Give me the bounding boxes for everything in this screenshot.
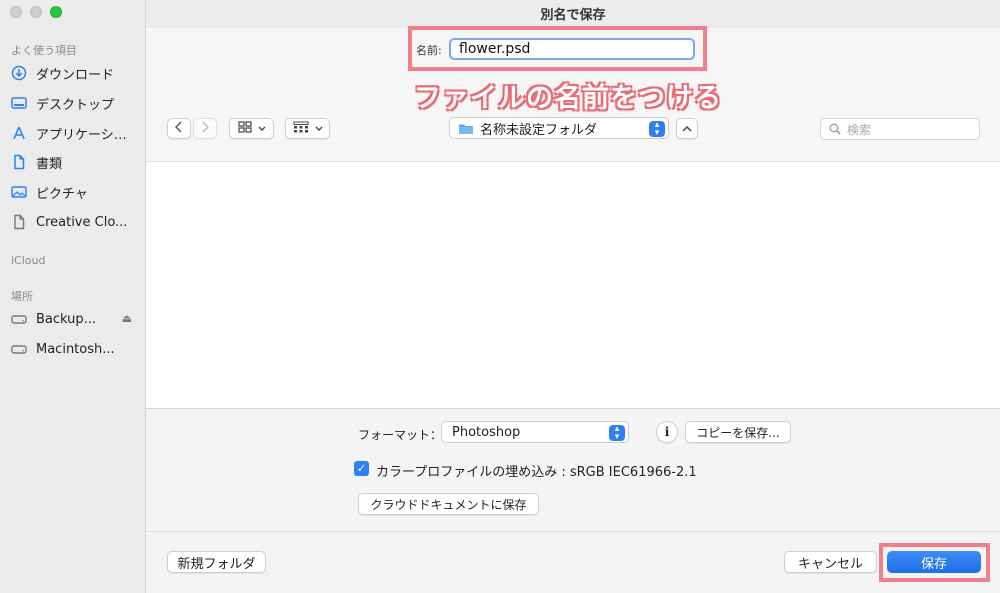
- embed-profile-label: カラープロファイルの埋め込み : sRGB IEC61966-2.1: [376, 465, 697, 480]
- format-popup[interactable]: Photoshop ▴ ▾: [441, 421, 629, 443]
- eject-icon[interactable]: ⏏: [122, 312, 132, 325]
- chevron-up-icon: [682, 121, 692, 136]
- sidebar-item-label: ダウンロード: [36, 67, 115, 83]
- drive-icon: [10, 310, 28, 328]
- name-label: 名前:: [416, 44, 442, 57]
- pictures-icon: [10, 183, 28, 201]
- chevron-left-icon: [174, 120, 183, 137]
- drive-icon: [10, 340, 28, 358]
- sidebar-item-label: 書類: [36, 156, 63, 172]
- sidebar-section-favorites: よく使う項目: [11, 44, 77, 57]
- file-browser[interactable]: [146, 162, 1000, 409]
- search-icon: [829, 123, 841, 135]
- window-title: 別名で保存: [540, 8, 606, 23]
- zoom-window-button[interactable]: [50, 6, 62, 18]
- filename-input[interactable]: [449, 38, 695, 60]
- format-label: フォーマット：: [358, 428, 443, 442]
- collapse-button[interactable]: [676, 118, 698, 139]
- location-label: 名称未設定フォルダ: [480, 122, 598, 138]
- minimize-window-button[interactable]: [30, 6, 42, 18]
- chevron-down-icon: [315, 121, 323, 136]
- info-button[interactable]: i: [656, 421, 678, 443]
- sidebar-item-pictures[interactable]: ピクチャ: [10, 181, 140, 203]
- info-icon: i: [664, 425, 670, 439]
- save-dialog: 別名で保存 名前: ファイルの名前をつける 名称未設定フォルダ: [146, 0, 1000, 593]
- popup-stepper-icon: ▴ ▾: [609, 425, 625, 442]
- group-grid-icon: [293, 121, 309, 137]
- save-to-cloud-button[interactable]: クラウドドキュメントに保存: [358, 493, 539, 515]
- location-popup[interactable]: 名称未設定フォルダ ▴ ▾: [449, 117, 669, 139]
- new-folder-button[interactable]: 新規フォルダ: [167, 551, 266, 573]
- document-icon: [10, 153, 28, 171]
- search-field[interactable]: 検索: [820, 118, 980, 140]
- sidebar-section-icloud: iCloud: [11, 254, 46, 267]
- save-copy-button[interactable]: コピーを保存...: [685, 421, 791, 443]
- chevron-down-icon: [258, 121, 266, 136]
- desktop-icon: [10, 94, 28, 112]
- sidebar-item-backup[interactable]: Backup... ⏏: [10, 308, 140, 330]
- close-window-button[interactable]: [10, 6, 22, 18]
- sidebar-item-documents[interactable]: 書類: [10, 151, 140, 173]
- embed-profile-checkbox[interactable]: ✓: [354, 461, 369, 476]
- sidebar-item-downloads[interactable]: ダウンロード: [10, 62, 140, 84]
- cancel-button[interactable]: キャンセル: [784, 551, 877, 573]
- forward-button[interactable]: [193, 118, 217, 139]
- grid-icon: [237, 120, 252, 137]
- annotation-caption: ファイルの名前をつける: [414, 83, 722, 114]
- sidebar-item-macintosh[interactable]: Macintosh...: [10, 338, 140, 360]
- popup-stepper-icon: ▴ ▾: [649, 121, 665, 138]
- save-button[interactable]: 保存: [887, 551, 981, 573]
- sidebar-item-label: ピクチャ: [36, 186, 88, 202]
- sidebar-item-applications[interactable]: アプリケーシ…: [10, 122, 140, 144]
- folder-icon: [458, 122, 474, 135]
- file-icon: [10, 213, 28, 231]
- sidebar-item-label: デスクトップ: [36, 97, 115, 113]
- window-controls: [10, 6, 62, 18]
- sidebar-item-label: アプリケーシ…: [36, 127, 127, 143]
- sidebar-item-creative-cloud[interactable]: Creative Clo...: [10, 211, 140, 233]
- applications-icon: [10, 124, 28, 142]
- sidebar-item-label: Creative Clo...: [36, 214, 128, 230]
- sidebar: よく使う項目 ダウンロード デスクトップ アプリケーシ… 書類 ピクチャ Cre: [0, 0, 146, 593]
- back-button[interactable]: [167, 118, 191, 139]
- sidebar-item-label: Macintosh...: [36, 341, 115, 357]
- sidebar-item-label: Backup...: [36, 311, 97, 327]
- search-placeholder: 検索: [847, 122, 872, 137]
- download-icon: [10, 64, 28, 82]
- sidebar-section-locations: 場所: [11, 290, 33, 303]
- format-value: Photoshop: [452, 424, 521, 440]
- view-mode-button[interactable]: [229, 118, 274, 139]
- sidebar-item-desktop[interactable]: デスクトップ: [10, 92, 140, 114]
- group-button[interactable]: [285, 118, 330, 139]
- chevron-right-icon: [201, 120, 210, 137]
